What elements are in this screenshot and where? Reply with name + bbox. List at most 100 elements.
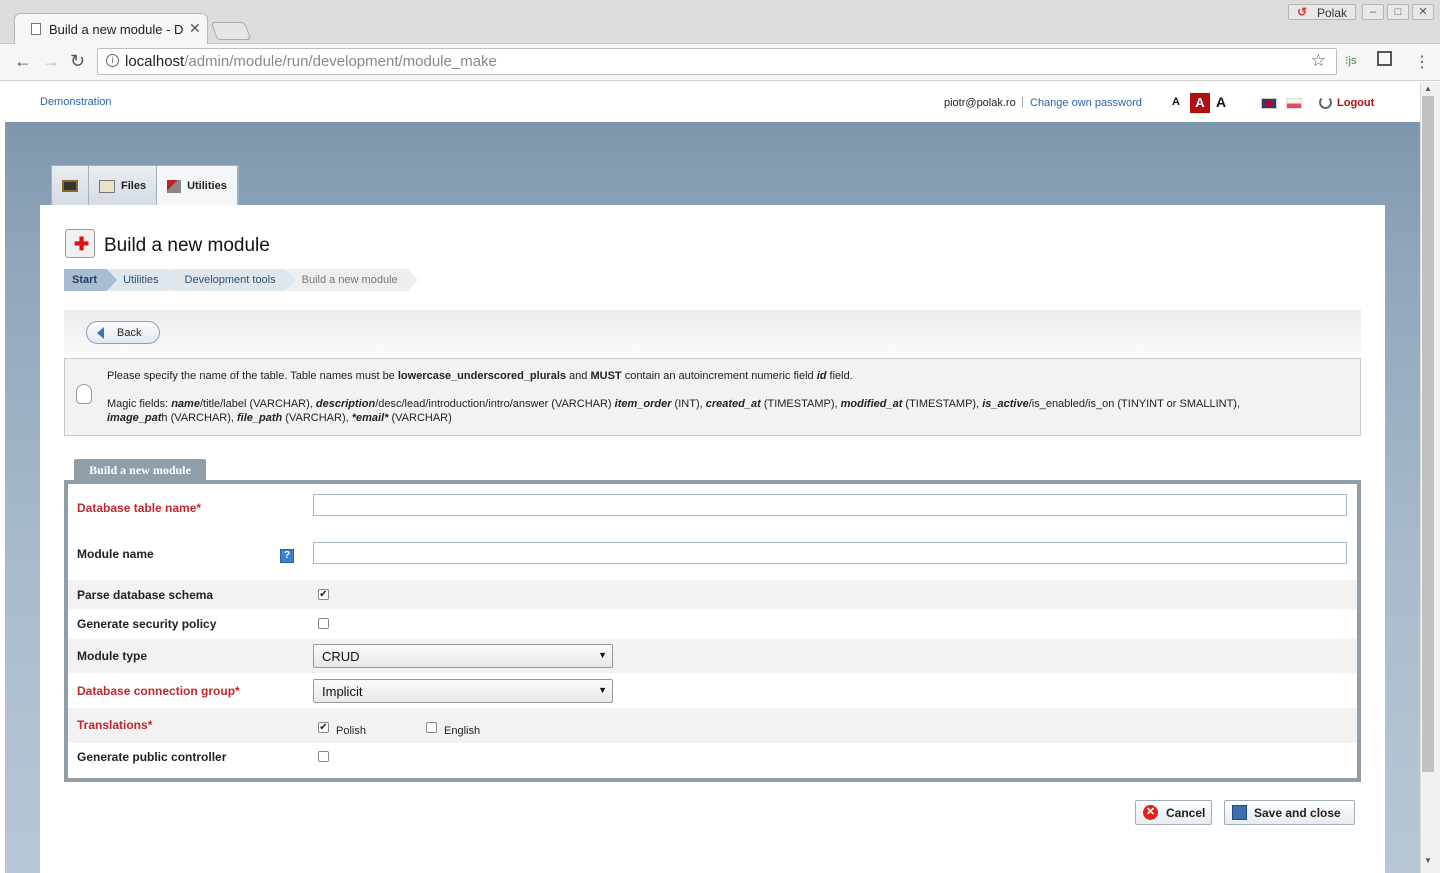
action-bar	[64, 310, 1361, 354]
lightbulb-icon	[76, 384, 92, 404]
browser-tab[interactable]: Build a new module - De ✕	[14, 13, 208, 45]
tab-utilities-label: Utilities	[187, 180, 227, 192]
help-icon[interactable]: ?	[280, 549, 294, 563]
page-icon	[31, 23, 41, 35]
breadcrumb-start[interactable]: Start	[64, 269, 118, 291]
field-row-connection-group: Database connection group* Implicit ▼	[68, 673, 1357, 708]
info-text-line-2: Magic fields: name/title/label (VARCHAR)…	[107, 398, 1241, 410]
monitor-icon	[62, 180, 78, 192]
minimize-button[interactable]: –	[1362, 4, 1384, 20]
user-email: piotr@polak.ro	[944, 97, 1016, 109]
scroll-up-icon[interactable]: ▲	[1424, 84, 1432, 93]
floppy-disk-icon	[1232, 805, 1247, 820]
power-icon[interactable]	[1319, 96, 1332, 109]
english-flag-icon[interactable]	[1261, 98, 1277, 109]
security-policy-label: Generate security policy	[77, 617, 217, 631]
module-type-value: CRUD	[322, 649, 360, 664]
module-type-label: Module type	[77, 649, 148, 663]
translations-label: Translations*	[77, 718, 153, 732]
profile-icon: ↺	[1297, 5, 1308, 19]
field-row-parse-schema: Parse database schema ✔	[68, 580, 1357, 609]
back-label: Back	[117, 327, 142, 339]
dropdown-arrow-icon: ▼	[598, 685, 607, 695]
scroll-down-icon[interactable]: ▼	[1424, 856, 1432, 865]
translation-english-label: English	[444, 725, 481, 737]
menu-icon[interactable]: ⋮	[1414, 52, 1430, 72]
table-name-label: Database table name*	[77, 501, 202, 515]
breadcrumb: Start Utilities Development tools Build …	[64, 269, 418, 291]
info-text-line-3: image_path (VARCHAR), file_path (VARCHAR…	[107, 412, 452, 424]
parse-schema-checkbox[interactable]: ✔	[318, 589, 329, 600]
scrollbar-thumb[interactable]	[1422, 96, 1434, 772]
address-toolbar: ← → ↻ i localhost/admin/module/run/devel…	[0, 44, 1440, 81]
cancel-icon: ✕	[1143, 805, 1158, 820]
info-text-line-1: Please specify the name of the table. Ta…	[107, 370, 853, 382]
breadcrumb-development-tools[interactable]: Development tools	[170, 269, 296, 291]
public-controller-label: Generate public controller	[77, 750, 227, 764]
dropdown-arrow-icon: ▼	[598, 650, 607, 660]
reload-icon[interactable]: ↻	[70, 51, 85, 72]
forward-arrow-icon[interactable]: →	[42, 51, 60, 72]
tab-files[interactable]: Files	[89, 166, 158, 206]
url-path: /admin/module/run/development/module_mak…	[184, 53, 497, 70]
field-row-translations: Translations* ✔ Polish English	[68, 708, 1357, 743]
font-size-large-button[interactable]: A	[1216, 94, 1226, 110]
field-row-module-type: Module type CRUD ▼	[68, 639, 1357, 673]
files-icon	[99, 179, 115, 193]
public-controller-checkbox[interactable]	[318, 751, 329, 762]
url-bar[interactable]: i localhost/admin/module/run/development…	[97, 48, 1337, 75]
demonstration-link[interactable]: Demonstration	[40, 96, 112, 108]
translation-english-checkbox[interactable]	[426, 722, 437, 733]
profile-button[interactable]: ↺ Polak	[1288, 4, 1356, 20]
page-title: Build a new module	[104, 235, 270, 256]
cast-icon[interactable]	[1377, 51, 1392, 66]
logout-link[interactable]: Logout	[1337, 97, 1374, 109]
security-policy-checkbox[interactable]	[318, 618, 329, 629]
table-name-input[interactable]	[313, 494, 1347, 516]
cancel-button[interactable]: ✕ Cancel	[1135, 800, 1212, 825]
module-type-select[interactable]: CRUD ▼	[313, 644, 613, 668]
save-label: Save and close	[1254, 806, 1341, 820]
close-window-button[interactable]: ✕	[1412, 4, 1434, 20]
connection-group-value: Implicit	[322, 684, 363, 699]
parse-schema-label: Parse database schema	[77, 588, 214, 602]
field-row-table-name: Database table name*	[68, 484, 1357, 532]
translation-polish-label: Polish	[336, 725, 366, 737]
module-name-input[interactable]	[313, 542, 1347, 564]
translation-polish-checkbox[interactable]: ✔	[318, 722, 329, 733]
main-menu: Files Utilities	[51, 165, 239, 206]
back-arrow-icon[interactable]: ←	[14, 51, 32, 72]
info-icon[interactable]: i	[106, 54, 119, 67]
back-triangle-icon	[97, 327, 104, 339]
form-tab: Build a new module	[74, 459, 206, 481]
connection-group-select[interactable]: Implicit ▼	[313, 679, 613, 703]
font-size-small-button[interactable]: A	[1172, 96, 1180, 108]
tab-utilities[interactable]: Utilities	[157, 166, 238, 206]
field-row-public-controller: Generate public controller	[68, 743, 1357, 776]
maximize-button[interactable]: □	[1387, 4, 1409, 20]
bookmark-star-icon[interactable]: ☆	[1311, 51, 1326, 71]
profile-name: Polak	[1317, 6, 1348, 20]
connection-group-label: Database connection group*	[77, 684, 240, 698]
module-name-label: Module name	[77, 547, 154, 561]
field-row-security-policy: Generate security policy	[68, 609, 1357, 639]
tab-home[interactable]	[52, 166, 89, 206]
polish-flag-icon[interactable]	[1286, 98, 1302, 109]
back-button[interactable]: Back	[86, 321, 160, 344]
cancel-label: Cancel	[1166, 806, 1206, 820]
browser-tab-title: Build a new module - De	[49, 22, 184, 37]
url-host: localhost	[125, 53, 185, 70]
first-aid-kit-icon: ✚	[65, 229, 95, 258]
field-row-module-name: Module name ?	[68, 532, 1357, 580]
separator: |	[1021, 96, 1024, 108]
utilities-icon	[167, 179, 182, 193]
change-password-link[interactable]: Change own password	[1030, 97, 1142, 109]
font-size-medium-button[interactable]: A	[1190, 93, 1210, 113]
extension-js-icon[interactable]: ⁝js	[1345, 54, 1356, 67]
breadcrumb-current: Build a new module	[287, 269, 418, 291]
close-icon[interactable]: ✕	[189, 20, 201, 37]
breadcrumb-utilities[interactable]: Utilities	[109, 269, 180, 291]
save-and-close-button[interactable]: Save and close	[1224, 800, 1355, 825]
new-tab-button[interactable]	[210, 22, 252, 40]
tab-files-label: Files	[121, 180, 147, 192]
